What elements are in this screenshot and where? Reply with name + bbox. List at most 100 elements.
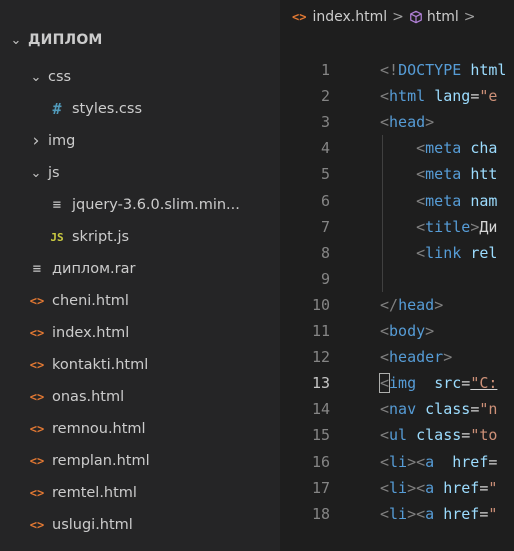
code-text: =	[488, 452, 498, 471]
code-tag-name: DOCTYPE	[398, 61, 462, 79]
code-attribute: nam	[470, 191, 498, 210]
file-item[interactable]: <> kontakti.html	[0, 350, 308, 380]
code-punctuation: >	[425, 113, 435, 132]
file-item[interactable]: <> index.html	[0, 318, 308, 348]
file-item[interactable]: <> remplan.html	[0, 446, 308, 476]
code-punctuation: ><	[407, 504, 426, 523]
line-number: 8	[320, 243, 330, 262]
line-number: 16	[311, 452, 330, 471]
code-tag-name: li	[389, 504, 408, 523]
code-line[interactable]: 6 <meta nam	[280, 188, 514, 214]
explorer-root-folder[interactable]: ⌄ ДИПЛОМ	[0, 25, 290, 55]
folder-label: js	[48, 165, 60, 181]
code-attribute: cha	[470, 139, 498, 158]
code-content: <html lang="e	[380, 83, 497, 109]
code-line[interactable]: 18 <li><a href="	[280, 501, 514, 527]
code-line[interactable]: 15 <ul class="to	[280, 422, 514, 448]
html-file-icon: <>	[292, 10, 307, 24]
code-line[interactable]: 3 <head>	[280, 109, 514, 135]
code-content: <ul class="to	[380, 422, 497, 448]
code-punctuation: <	[416, 191, 426, 210]
line-number: 7	[320, 217, 330, 236]
folder-item[interactable]: › img	[0, 126, 310, 156]
folder-label: css	[48, 69, 72, 85]
cube-icon	[409, 10, 422, 24]
code-tag-name: html	[389, 87, 426, 106]
breadcrumb-file[interactable]: index.html	[312, 9, 387, 25]
code-string: "	[488, 504, 498, 523]
code-editor[interactable]: <> index.html > html > 1 <!DOCTYPE html 2 <…	[280, 0, 514, 551]
file-item[interactable]: <> remtel.html	[0, 478, 308, 508]
code-line[interactable]: 13 <img src="C:	[280, 370, 514, 396]
line-number: 10	[311, 295, 330, 314]
code-attribute: href	[452, 452, 489, 471]
line-number: 13	[311, 374, 330, 393]
code-tag-name: ul	[389, 426, 408, 445]
code-punctuation: <	[416, 165, 426, 184]
code-string: "to	[470, 426, 498, 445]
file-item[interactable]: <> cheni.html	[0, 286, 308, 316]
line-number: 3	[320, 113, 330, 132]
code-line[interactable]: 1 <!DOCTYPE html	[280, 57, 514, 83]
file-item[interactable]: <> onas.html	[0, 382, 308, 412]
line-number: 11	[311, 322, 330, 340]
code-line[interactable]: 17 <li><a href="	[280, 475, 514, 501]
code-punctuation: <	[380, 452, 390, 471]
folder-item[interactable]: ⌄ js	[0, 158, 310, 188]
chevron-down-icon: ⌄	[10, 32, 22, 48]
code-line[interactable]: 14 <nav class="n	[280, 396, 514, 422]
code-attribute: class	[425, 400, 471, 419]
code-attribute: html	[470, 61, 507, 79]
code-attribute: class	[416, 426, 462, 445]
folder-item[interactable]: ⌄ css	[0, 62, 310, 92]
line-number: 18	[311, 504, 330, 523]
file-label: onas.html	[52, 389, 125, 405]
code-text: Ди	[479, 217, 498, 236]
code-line[interactable]: 11 <body>	[280, 318, 514, 344]
indent-guide	[382, 135, 383, 292]
file-item[interactable]: <> uslugi.html	[0, 510, 308, 540]
code-punctuation: <	[380, 504, 390, 523]
code-line[interactable]: 7 <title>Ди	[280, 214, 514, 240]
code-punctuation: >	[434, 295, 444, 314]
code-line[interactable]: 8 <link rel	[280, 240, 514, 266]
code-punctuation: >	[425, 322, 435, 340]
code-attribute: href	[443, 478, 480, 497]
code-punctuation: <	[416, 243, 426, 262]
code-line[interactable]: 16 <li><a href=	[280, 449, 514, 475]
file-item[interactable]: # styles.css	[0, 94, 328, 124]
code-punctuation: </	[380, 295, 399, 314]
code-tag-name: head	[389, 113, 426, 132]
code-punctuation: <	[380, 478, 390, 497]
code-punctuation: <	[380, 322, 390, 340]
code-content: <meta htt	[380, 161, 497, 187]
breadcrumb-element[interactable]: html	[427, 9, 459, 25]
code-line[interactable]: 2 <html lang="e	[280, 83, 514, 109]
code-line[interactable]: 4 <meta cha	[280, 135, 514, 161]
line-number: 17	[311, 478, 330, 497]
code-tag-name: link	[425, 243, 462, 262]
code-line[interactable]: 5 <meta htt	[280, 161, 514, 187]
file-item[interactable]: ≡ jquery-3.6.0.slim.min...	[0, 190, 328, 220]
code-tag-name: title	[425, 217, 471, 236]
file-item[interactable]: ≡ диплом.rar	[0, 254, 308, 284]
code-content: <img src="C:	[378, 370, 497, 396]
code-line[interactable]: 12 <header>	[280, 344, 514, 370]
code-tag-name: a	[425, 452, 435, 471]
code-content: <link rel	[380, 240, 497, 266]
file-item[interactable]: <> remnou.html	[0, 414, 308, 444]
html-file-icon: <>	[29, 518, 45, 532]
html-file-icon: <>	[29, 390, 45, 404]
code-line[interactable]: 10 </head>	[280, 292, 514, 318]
code-tag-name: body	[389, 322, 426, 340]
file-item[interactable]: JS skript.js	[0, 222, 328, 252]
code-line[interactable]: 9	[280, 266, 514, 292]
